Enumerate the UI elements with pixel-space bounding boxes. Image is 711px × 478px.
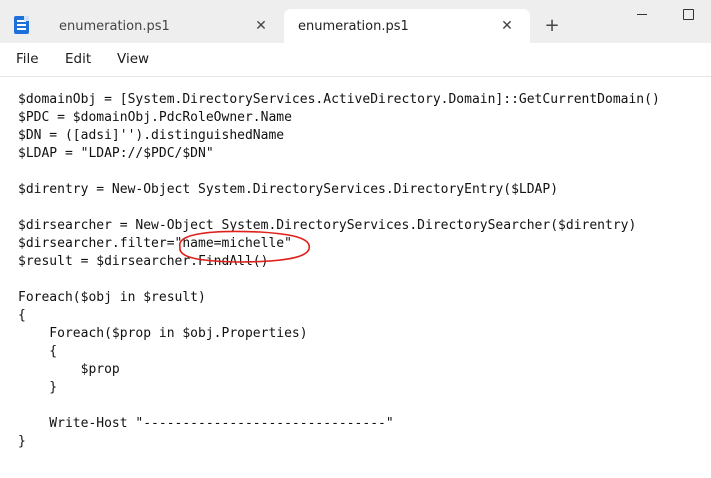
code-line: $result = $dirsearcher.FindAll() bbox=[18, 254, 269, 269]
code-line: } bbox=[18, 434, 26, 449]
plus-icon[interactable]: + bbox=[542, 16, 562, 36]
code-line: } bbox=[18, 380, 58, 395]
tab-enumeration-active[interactable]: enumeration.ps1 ✕ bbox=[284, 9, 530, 43]
code-line: $dirsearcher = New-Object System.Directo… bbox=[18, 218, 637, 233]
code-line: Foreach($obj in $result) bbox=[18, 290, 206, 305]
code-line: $prop bbox=[18, 362, 120, 377]
menu-view[interactable]: View bbox=[117, 51, 149, 67]
tab-enumeration-inactive[interactable]: enumeration.ps1 ✕ bbox=[44, 9, 284, 43]
code-line: { bbox=[18, 344, 58, 359]
code-line: Write-Host "----------------------------… bbox=[18, 416, 394, 431]
code-line-filter: $dirsearcher.filter="name=michelle" bbox=[18, 236, 292, 251]
menu-bar: File Edit View bbox=[0, 43, 711, 77]
close-icon[interactable]: ✕ bbox=[498, 18, 516, 34]
text-editor[interactable]: $domainObj = [System.DirectoryServices.A… bbox=[18, 91, 711, 451]
maximize-icon[interactable] bbox=[683, 9, 694, 20]
code-line: $direntry = New-Object System.DirectoryS… bbox=[18, 182, 559, 197]
minimize-icon[interactable] bbox=[637, 14, 647, 15]
code-line: $DN = ([adsi]'').distinguishedName bbox=[18, 128, 285, 143]
tab-title: enumeration.ps1 bbox=[59, 18, 170, 34]
notepad-icon bbox=[14, 16, 29, 34]
tab-title: enumeration.ps1 bbox=[298, 18, 409, 34]
title-bar: enumeration.ps1 ✕ enumeration.ps1 ✕ + bbox=[0, 0, 711, 43]
code-line: $LDAP = "LDAP://$PDC/$DN" bbox=[18, 146, 214, 161]
close-icon[interactable]: ✕ bbox=[252, 18, 270, 34]
code-line: $PDC = $domainObj.PdcRoleOwner.Name bbox=[18, 110, 292, 125]
menu-edit[interactable]: Edit bbox=[65, 51, 91, 67]
code-line: { bbox=[18, 308, 26, 323]
code-line: Foreach($prop in $obj.Properties) bbox=[18, 326, 308, 341]
code-line: $domainObj = [System.DirectoryServices.A… bbox=[18, 92, 660, 107]
menu-file[interactable]: File bbox=[16, 51, 39, 67]
